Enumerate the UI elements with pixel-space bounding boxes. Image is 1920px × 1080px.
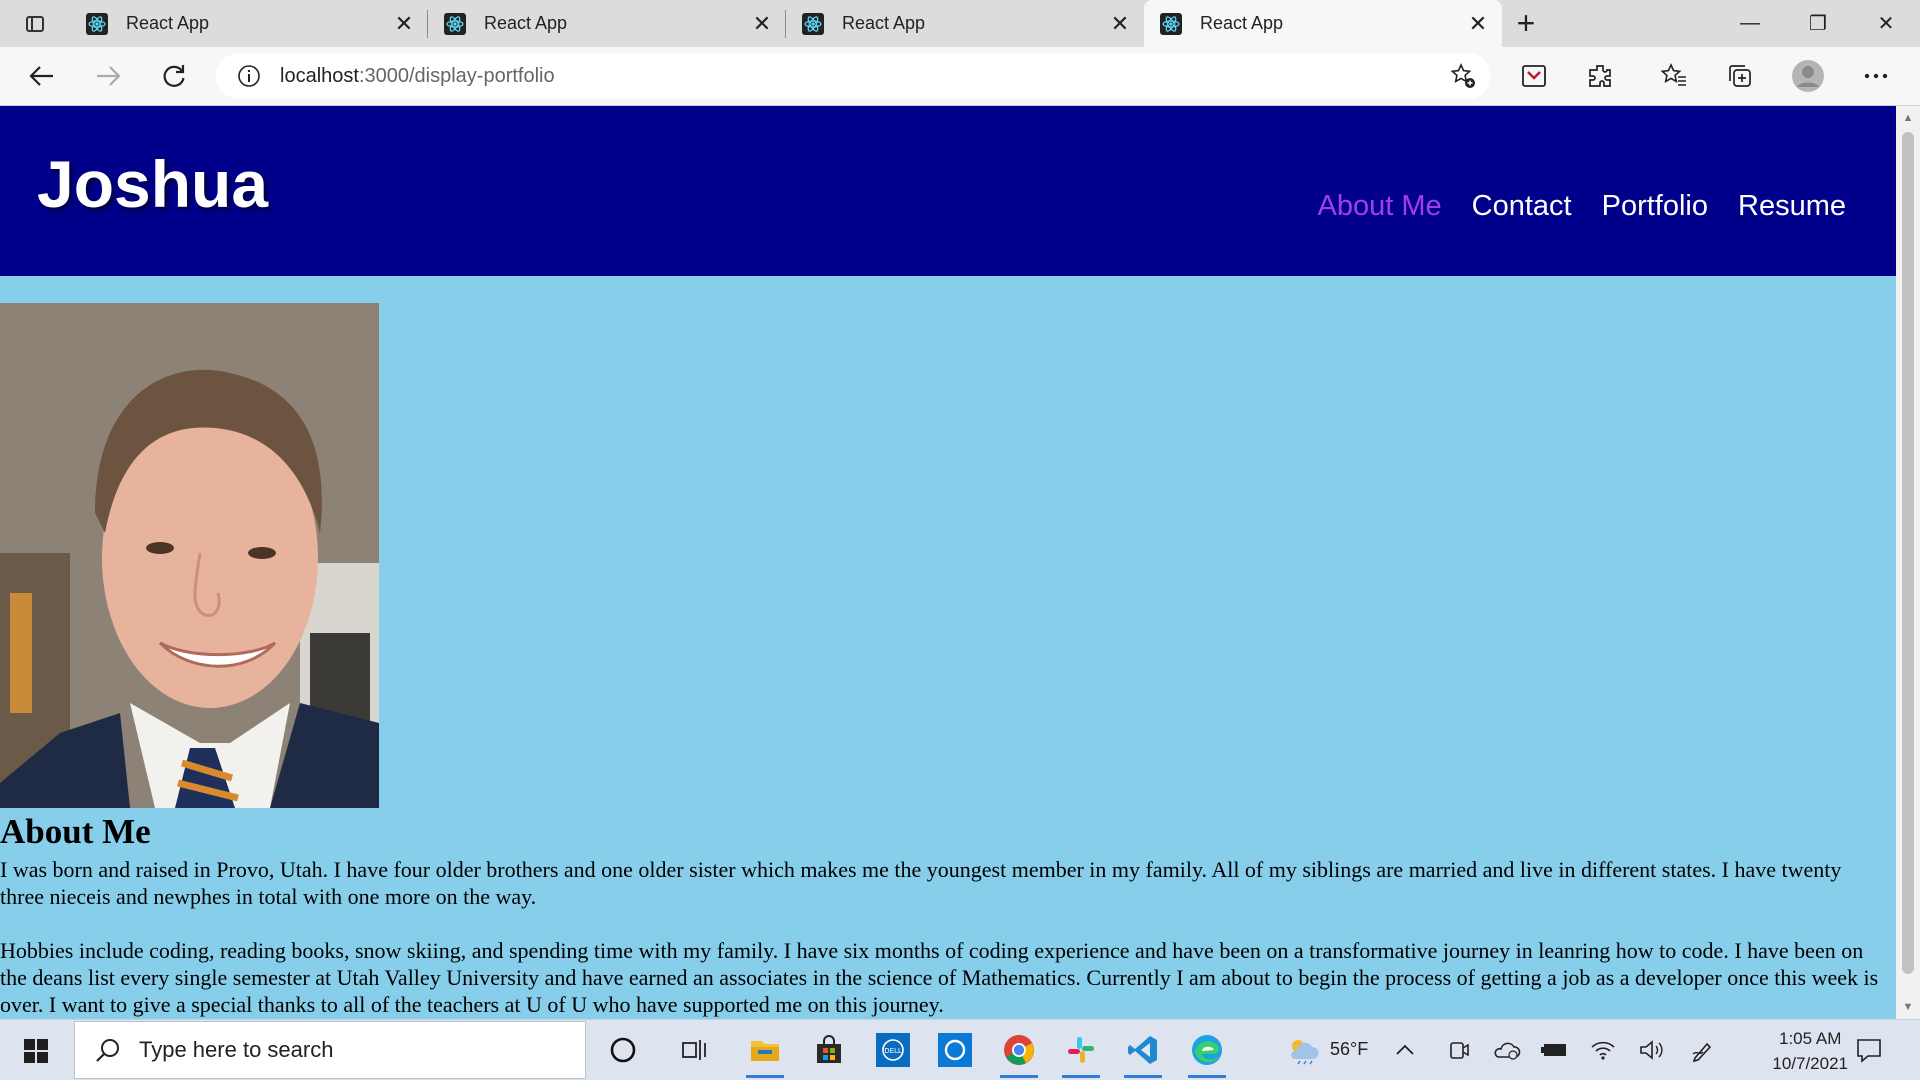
react-logo-icon — [802, 12, 824, 35]
pocket-extension-icon[interactable] — [1514, 56, 1554, 96]
close-icon[interactable]: ✕ — [1466, 11, 1490, 36]
tab-title: React App — [126, 13, 210, 33]
nav-link-resume[interactable]: Resume — [1738, 190, 1846, 223]
close-window-icon[interactable]: ✕ — [1852, 0, 1920, 47]
new-tab-button[interactable]: + — [1502, 0, 1550, 47]
edge-browser-icon[interactable] — [1184, 1028, 1230, 1078]
tab-actions-button[interactable] — [0, 0, 70, 47]
search-placeholder: Type here to search — [139, 1037, 334, 1062]
react-logo-icon — [444, 12, 466, 35]
address-bar[interactable]: localhost:3000/display-portfolio — [216, 53, 1490, 99]
site-header: Joshua About Me Contact Portfolio Resume — [0, 106, 1896, 276]
page-scrollbar[interactable]: ▲ ▼ — [1896, 106, 1920, 1019]
browser-tab-strip: React App ✕ React App ✕ React App ✕ Reac… — [0, 0, 1920, 47]
add-favorite-icon[interactable] — [1448, 61, 1478, 91]
about-text: I was born and raised in Provo, Utah. I … — [0, 856, 1890, 1019]
extensions-puzzle-icon[interactable] — [1580, 56, 1620, 96]
tab-actions-icon — [26, 15, 44, 32]
tab-title: React App — [1200, 13, 1284, 33]
forward-arrow-icon[interactable] — [88, 56, 128, 96]
dell-icon[interactable]: DELL — [870, 1028, 916, 1072]
chevron-up-icon[interactable] — [1388, 1028, 1422, 1072]
close-icon[interactable]: ✕ — [1108, 11, 1132, 36]
dell-support-icon[interactable] — [932, 1028, 978, 1072]
battery-icon[interactable] — [1538, 1028, 1572, 1072]
react-logo-icon — [1160, 12, 1182, 35]
page-viewport: Joshua About Me Contact Portfolio Resume — [0, 106, 1896, 1019]
about-paragraph: I was born and raised in Provo, Utah. I … — [0, 857, 1842, 909]
taskbar-search-input[interactable]: Type here to search — [74, 1021, 586, 1079]
site-nav: About Me Contact Portfolio Resume — [1318, 190, 1846, 223]
cortana-icon[interactable] — [600, 1028, 646, 1072]
nav-link-about-me[interactable]: About Me — [1318, 190, 1442, 223]
system-clock[interactable]: 1:05 AM 10/7/2021 — [1772, 1026, 1848, 1076]
browser-tab-1[interactable]: React App ✕ — [70, 0, 428, 47]
profile-photo — [0, 303, 379, 808]
wifi-icon[interactable] — [1586, 1028, 1620, 1072]
scroll-down-arrow-icon[interactable]: ▼ — [1896, 997, 1920, 1017]
url-text[interactable]: localhost:3000/display-portfolio — [280, 65, 555, 88]
browser-tab-2[interactable]: React App ✕ — [428, 0, 786, 47]
svg-text:DELL: DELL — [884, 1047, 902, 1055]
clock-date: 10/7/2021 — [1772, 1054, 1848, 1073]
restore-icon[interactable]: ❐ — [1784, 0, 1852, 47]
about-heading: About Me — [0, 812, 151, 851]
favorites-icon[interactable] — [1654, 56, 1694, 96]
refresh-icon[interactable] — [154, 56, 194, 96]
browser-tab-3[interactable]: React App ✕ — [786, 0, 1144, 47]
back-arrow-icon[interactable] — [22, 56, 62, 96]
about-paragraph: Hobbies include coding, reading books, s… — [0, 938, 1879, 1017]
close-icon[interactable]: ✕ — [750, 11, 774, 36]
url-path: :3000/display-portfolio — [358, 64, 555, 87]
url-host: localhost — [280, 64, 359, 87]
tab-title: React App — [484, 13, 568, 33]
browser-toolbar: localhost:3000/display-portfolio — [0, 47, 1920, 106]
nav-link-contact[interactable]: Contact — [1472, 190, 1572, 223]
chrome-icon[interactable] — [996, 1028, 1042, 1078]
more-menu-icon[interactable] — [1856, 56, 1896, 96]
onedrive-sync-icon[interactable] — [1490, 1028, 1524, 1072]
collections-icon[interactable] — [1720, 56, 1760, 96]
window-controls: — ❐ ✕ — [1716, 0, 1920, 47]
weather-icon[interactable] — [1280, 1028, 1326, 1072]
site-name: Joshua — [37, 147, 269, 221]
notifications-icon[interactable] — [1846, 1028, 1892, 1072]
microsoft-store-icon[interactable] — [806, 1028, 852, 1072]
file-explorer-icon[interactable] — [742, 1028, 788, 1078]
windows-taskbar: Type here to search DELL 56°F 1:05 AM 10… — [0, 1019, 1920, 1080]
windows-start-icon[interactable] — [14, 1034, 58, 1068]
close-icon[interactable]: ✕ — [392, 11, 416, 36]
meet-now-icon[interactable] — [1442, 1028, 1476, 1072]
clock-time: 1:05 AM — [1778, 1029, 1842, 1048]
react-logo-icon — [86, 12, 108, 35]
site-info-icon[interactable] — [236, 63, 262, 89]
search-icon — [93, 1035, 123, 1065]
slack-icon[interactable] — [1058, 1028, 1104, 1078]
tab-title: React App — [842, 13, 926, 33]
vscode-icon[interactable] — [1120, 1028, 1166, 1078]
browser-tab-4-active[interactable]: React App ✕ — [1144, 0, 1502, 47]
scroll-up-arrow-icon[interactable]: ▲ — [1896, 108, 1920, 128]
scroll-thumb[interactable] — [1902, 132, 1914, 974]
minimize-icon[interactable]: — — [1716, 0, 1784, 47]
weather-temperature[interactable]: 56°F — [1330, 1039, 1368, 1060]
task-view-icon[interactable] — [672, 1028, 718, 1072]
profile-avatar-icon[interactable] — [1788, 56, 1828, 96]
nav-link-portfolio[interactable]: Portfolio — [1602, 190, 1708, 223]
pen-workspace-icon[interactable] — [1686, 1028, 1720, 1072]
volume-icon[interactable] — [1634, 1028, 1668, 1072]
